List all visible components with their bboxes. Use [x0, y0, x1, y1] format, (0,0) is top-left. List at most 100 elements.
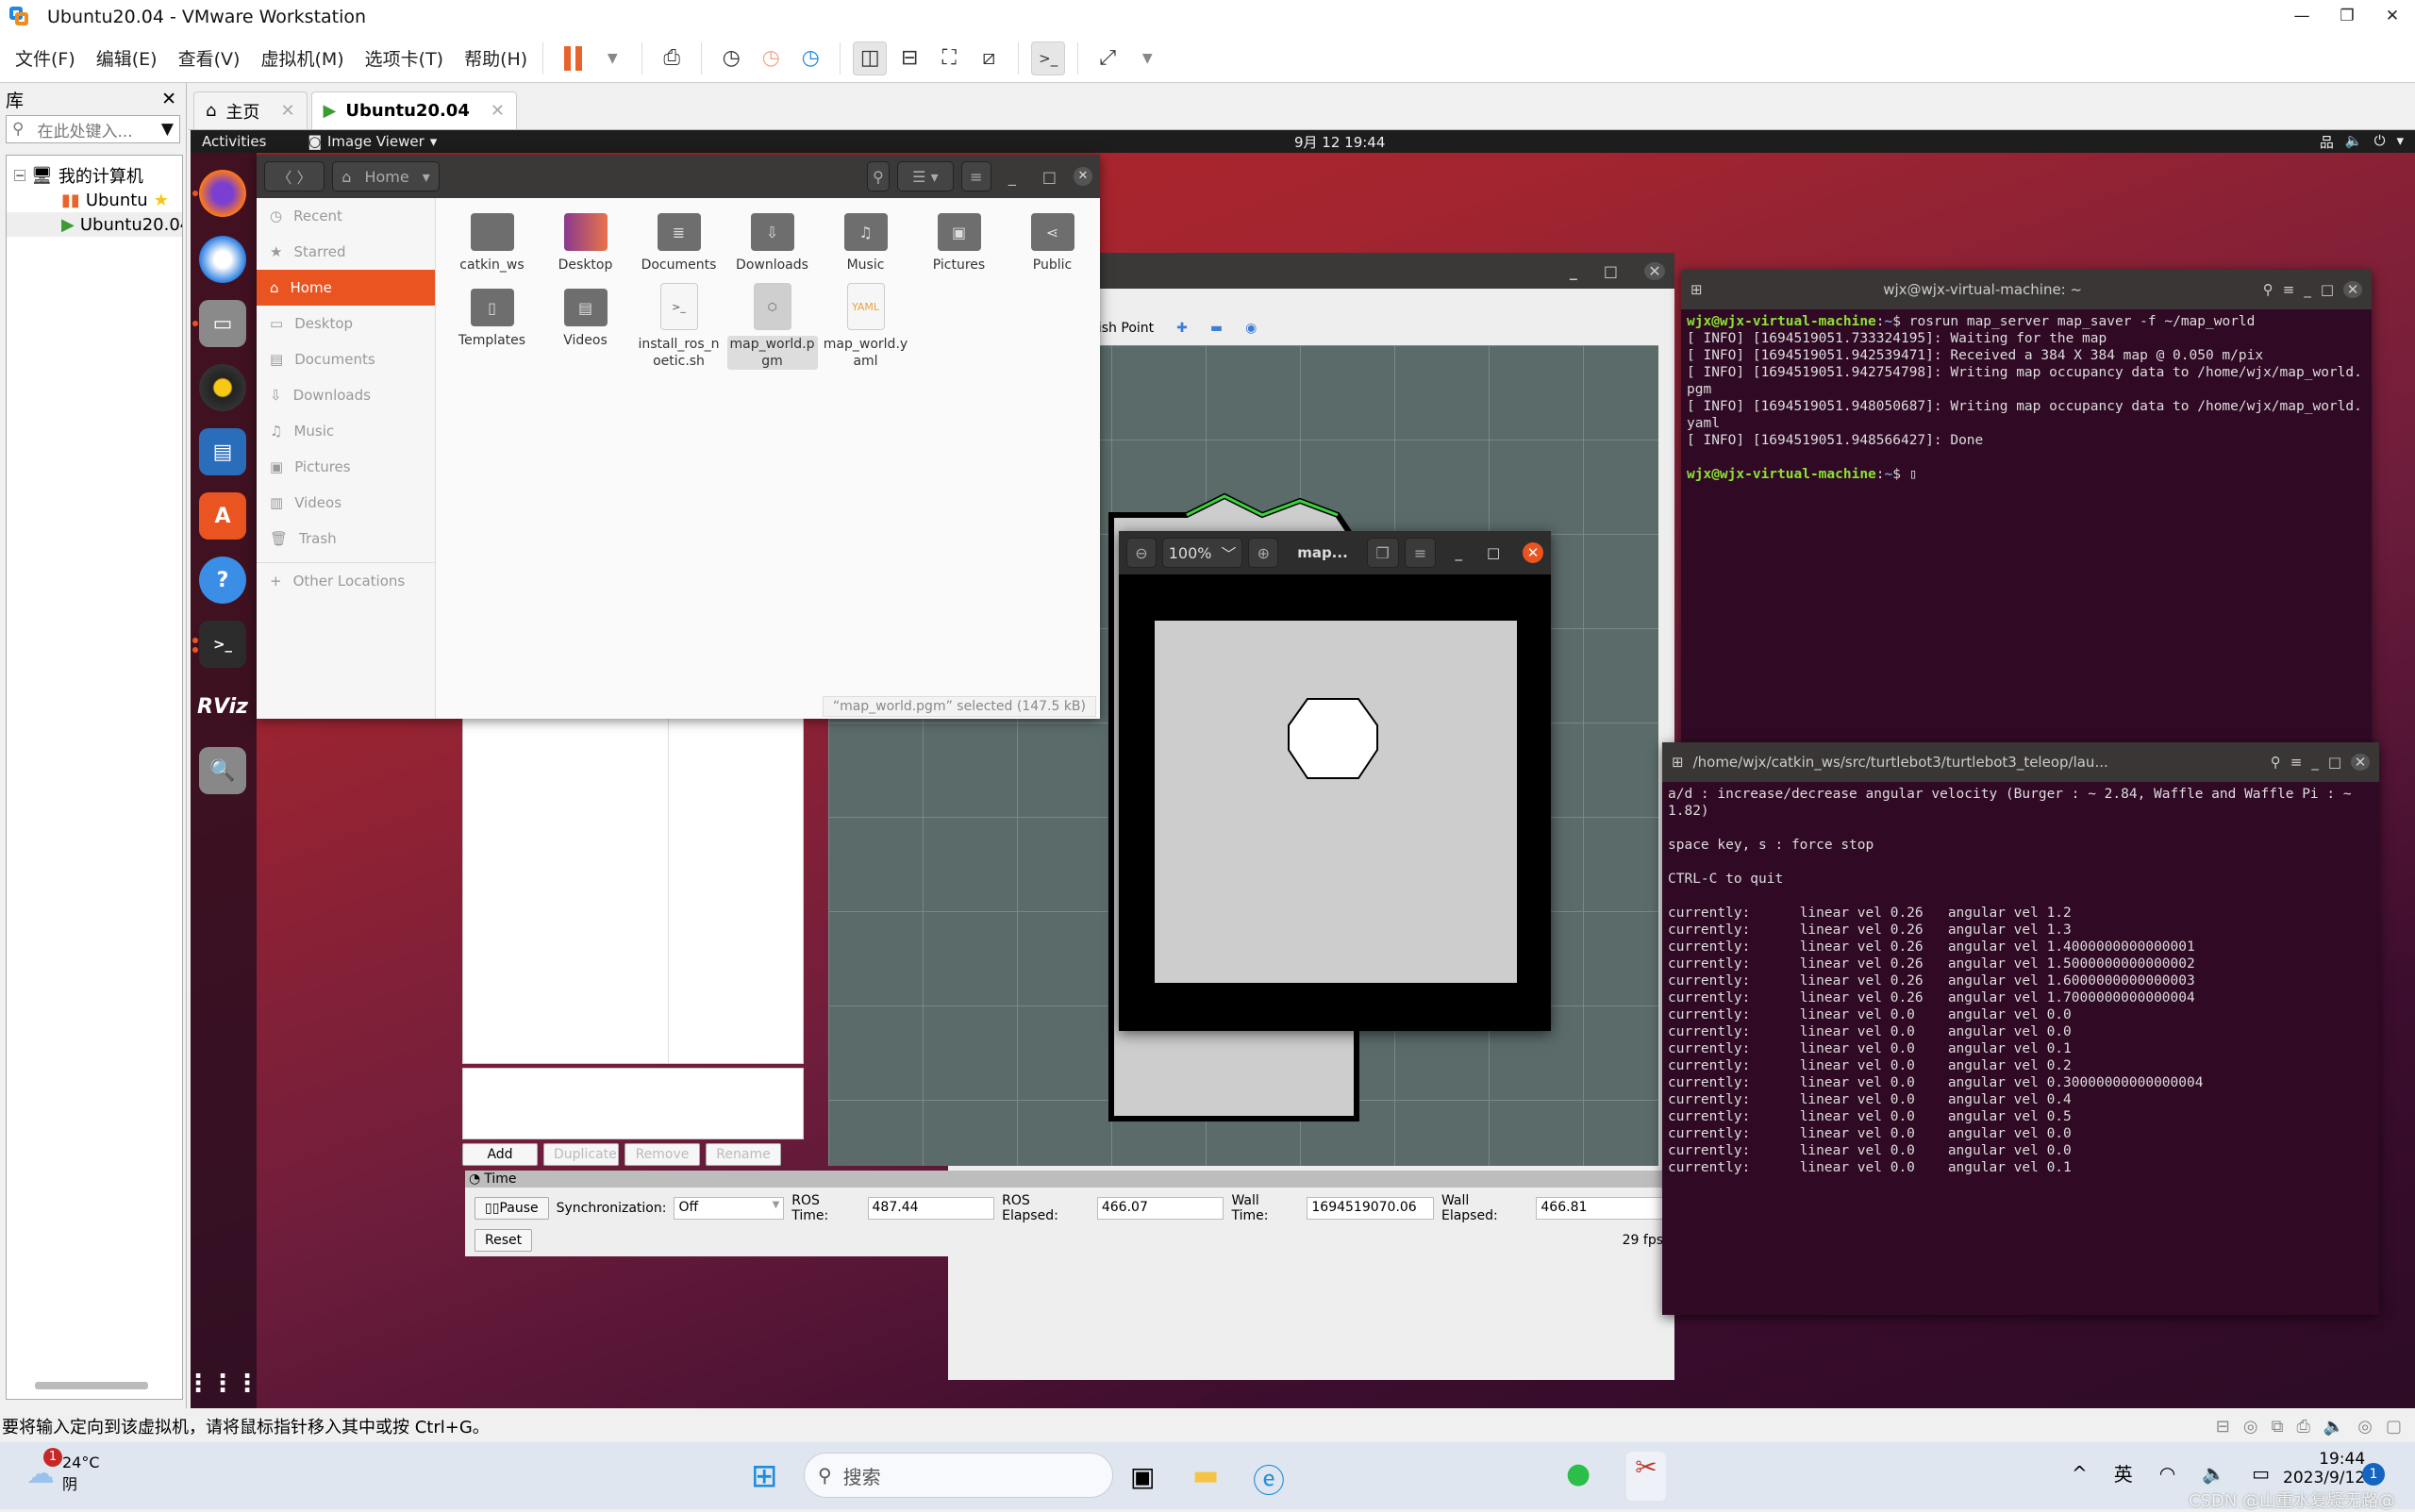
- file-item[interactable]: ≣ Documents: [632, 208, 725, 274]
- notification-badge[interactable]: 1: [2362, 1463, 2385, 1486]
- remove-button[interactable]: Remove: [625, 1143, 700, 1166]
- sidebar-item-recent[interactable]: ◷ Recent: [257, 198, 435, 234]
- file-item[interactable]: ▤ Videos: [539, 283, 632, 370]
- close-button[interactable]: ✕: [2370, 0, 2415, 32]
- close-button[interactable]: ✕: [1074, 167, 1092, 186]
- wall-elapsed-field[interactable]: 466.81: [1536, 1197, 1663, 1220]
- sidebar-item-downloads[interactable]: ⇩ Downloads: [257, 377, 435, 413]
- menu-button[interactable]: ≡: [1404, 538, 1437, 568]
- snipping-tool-icon[interactable]: ✂: [1626, 1452, 1666, 1501]
- dock-help-icon[interactable]: ?: [199, 557, 246, 604]
- menu-icon[interactable]: ≡: [2290, 754, 2303, 771]
- sidebar-item-desktop[interactable]: ▭ Desktop: [257, 306, 435, 341]
- close-button[interactable]: ✕: [2343, 281, 2362, 298]
- edge-icon[interactable]: ⓔ: [1253, 1455, 1285, 1502]
- pause-vm-button[interactable]: [556, 42, 590, 75]
- dock-firefox-icon[interactable]: [199, 170, 246, 217]
- system-tray[interactable]: ^ 英 ◠ 🔈 ▭: [2072, 1459, 2270, 1487]
- chevron-down-icon[interactable]: ▼: [1130, 42, 1164, 75]
- app-menu[interactable]: ◙ Image Viewer ▾: [308, 133, 437, 150]
- search-icon[interactable]: ⚲: [2263, 281, 2273, 298]
- search-icon[interactable]: ⚲: [2271, 754, 2281, 771]
- maximize-button[interactable]: □: [1487, 544, 1500, 561]
- file-item[interactable]: ⇩ Downloads: [725, 208, 819, 274]
- file-item[interactable]: catkin_ws: [445, 208, 539, 274]
- sidebar-item-documents[interactable]: ▤ Documents: [257, 341, 435, 377]
- dock-image-viewer-icon[interactable]: 🔍: [199, 747, 246, 794]
- maximize-button[interactable]: □: [1604, 262, 1618, 280]
- minimize-button[interactable]: _: [2304, 281, 2311, 298]
- taskbar-search[interactable]: ⚲ 搜索: [804, 1453, 1113, 1498]
- duplicate-button[interactable]: Duplicate: [543, 1143, 619, 1166]
- dock-software-icon[interactable]: A: [199, 492, 246, 540]
- add-display-button[interactable]: Add: [462, 1143, 538, 1166]
- remove-tool-icon[interactable]: ▬: [1210, 321, 1223, 336]
- file-item[interactable]: ⬡ map_world.pgm: [725, 283, 819, 370]
- file-item[interactable]: Desktop: [539, 208, 632, 274]
- location-home-button[interactable]: ⌂ Home ▾: [332, 161, 440, 191]
- sidebar-item-home[interactable]: ⌂ Home: [257, 270, 435, 306]
- menu-tabs[interactable]: 选项卡(T): [365, 45, 443, 71]
- menu-vm[interactable]: 虚拟机(M): [260, 45, 343, 71]
- close-library-button[interactable]: ✕: [161, 89, 176, 109]
- guest-desktop[interactable]: Activities ◙ Image Viewer ▾ 9月 12 19:44 品 🔈…: [191, 130, 2415, 1408]
- back-forward-buttons[interactable]: 〈 〉: [264, 161, 325, 191]
- dock-thunderbird-icon[interactable]: [199, 236, 246, 283]
- minimize-button[interactable]: _: [1570, 262, 1577, 280]
- zoom-in-button[interactable]: ⊕: [1248, 538, 1279, 568]
- menu-file[interactable]: 文件(F): [15, 45, 75, 71]
- restore-button[interactable]: ❐: [2324, 0, 2370, 32]
- file-item[interactable]: >_ install_ros_noetic.sh: [632, 283, 725, 370]
- zoom-out-button[interactable]: ⊖: [1126, 538, 1157, 568]
- ros-time-field[interactable]: 487.44: [867, 1197, 995, 1220]
- add-tool-icon[interactable]: ✚: [1176, 321, 1188, 336]
- file-item[interactable]: ♫ Music: [819, 208, 912, 274]
- sidebar-item-videos[interactable]: ▥ Videos: [257, 485, 435, 521]
- dock-rhythmbox-icon[interactable]: [199, 364, 246, 411]
- maximize-button[interactable]: □: [1042, 168, 1057, 186]
- thumbnail-bar-button[interactable]: ⊟: [892, 42, 926, 75]
- horizontal-scrollbar[interactable]: [35, 1382, 148, 1389]
- minimize-button[interactable]: _: [1008, 168, 1016, 186]
- menu-help[interactable]: 帮助(H): [464, 45, 527, 71]
- taskbar-clock[interactable]: 19:44 2023/9/12: [2283, 1450, 2365, 1487]
- menu-icon[interactable]: ≡: [2283, 281, 2295, 298]
- library-search[interactable]: ⚲ 在此处键入... ▼: [6, 115, 180, 143]
- menu-button[interactable]: ≡: [960, 161, 991, 191]
- close-tab-icon[interactable]: ✕: [491, 101, 505, 121]
- snapshot-button[interactable]: ◷: [714, 42, 748, 75]
- pause-button[interactable]: ▯▯Pause: [475, 1197, 549, 1220]
- synchronization-select[interactable]: Off ▼: [674, 1197, 785, 1220]
- menu-edit[interactable]: 编辑(E): [96, 45, 158, 71]
- dock-terminal-icon[interactable]: >_: [199, 621, 246, 668]
- maximize-button[interactable]: □: [2328, 754, 2341, 771]
- system-menu[interactable]: 品 🔈 ⏻ ▾: [2320, 132, 2404, 152]
- wall-time-field[interactable]: 1694519070.06: [1307, 1197, 1434, 1220]
- minimize-button[interactable]: _: [2311, 754, 2319, 771]
- fullscreen-button[interactable]: ⛶: [932, 42, 966, 75]
- new-tab-icon[interactable]: ⊞: [1672, 754, 1684, 771]
- sidebar-item-starred[interactable]: ★ Starred: [257, 234, 435, 270]
- sidebar-item-music[interactable]: ♫ Music: [257, 413, 435, 449]
- dock-files-icon[interactable]: ▭: [199, 300, 246, 347]
- gallery-button[interactable]: ❐: [1366, 538, 1399, 568]
- chevron-down-icon[interactable]: ▼: [595, 42, 629, 75]
- close-button[interactable]: ✕: [1523, 542, 1543, 563]
- rename-button[interactable]: Rename: [706, 1143, 781, 1166]
- send-ctrl-alt-del-button[interactable]: ⎙: [655, 42, 689, 75]
- zoom-level-select[interactable]: 100% ﹀: [1161, 538, 1243, 568]
- close-tab-icon[interactable]: ✕: [280, 101, 294, 121]
- sidebar-item-trash[interactable]: 🗑 Trash: [257, 521, 435, 557]
- eye-icon[interactable]: ◉: [1245, 321, 1257, 336]
- snapshot-manager-button[interactable]: ◷: [793, 42, 827, 75]
- weather-widget[interactable]: ☁ 1 24°C 阴: [26, 1448, 100, 1494]
- file-item[interactable]: ▣ Pictures: [912, 208, 1006, 274]
- ime-indicator[interactable]: 英: [2114, 1459, 2133, 1487]
- minimize-button[interactable]: —: [2279, 0, 2324, 32]
- menu-view[interactable]: 查看(V): [178, 45, 241, 71]
- reset-button[interactable]: Reset: [475, 1229, 533, 1252]
- close-button[interactable]: ✕: [1644, 261, 1665, 280]
- terminal-output-1[interactable]: wjx@wjx-virtual-machine:~$ rosrun map_se…: [1681, 309, 2372, 487]
- tree-node-vm[interactable]: ▮▮ Ubuntu ★: [7, 188, 182, 212]
- task-view-icon[interactable]: ▣: [1130, 1461, 1155, 1492]
